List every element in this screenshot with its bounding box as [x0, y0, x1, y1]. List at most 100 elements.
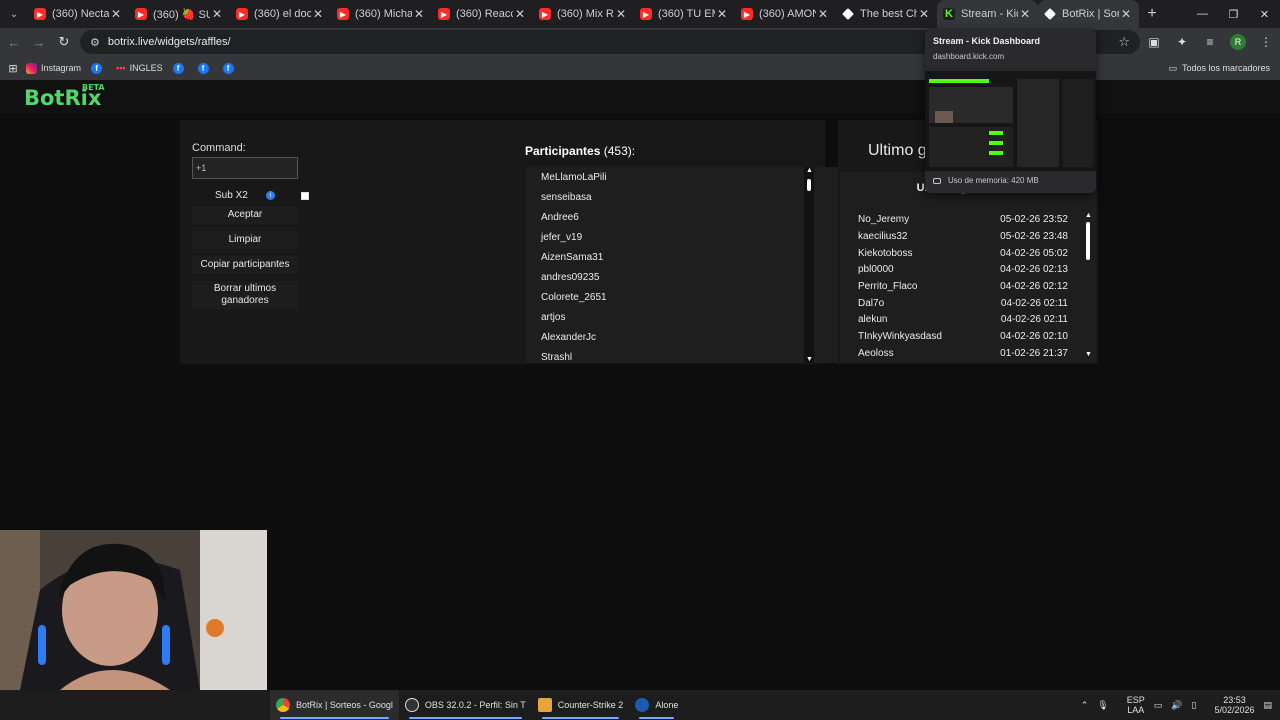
sub-x2-option: Sub X2 i: [215, 190, 275, 201]
tab-youtube-8[interactable]: ▶(360) AMONG✕: [735, 0, 836, 28]
scroll-down-icon[interactable]: ▼: [1085, 351, 1092, 358]
facebook-icon: f: [91, 62, 103, 74]
taskbar-app-cs2[interactable]: Counter-Strike 2: [532, 690, 630, 720]
botrix-icon: [842, 8, 854, 20]
reading-list-icon[interactable]: ≡: [1196, 35, 1224, 49]
instagram-icon: [26, 62, 37, 74]
tab-search-icon[interactable]: ⌄: [0, 0, 28, 28]
minimize-icon[interactable]: —: [1187, 0, 1218, 28]
scroll-thumb[interactable]: [1086, 222, 1090, 260]
youtube-icon: ▶: [640, 8, 652, 20]
bookmark-facebook-3[interactable]: f: [197, 62, 213, 74]
taskbar-app-obs[interactable]: OBS 32.0.2 - Perfil: Sin T: [399, 690, 532, 720]
scroll-up-icon[interactable]: ▲: [1085, 212, 1092, 219]
bookmark-facebook-1[interactable]: f: [91, 62, 106, 74]
close-window-icon[interactable]: ✕: [1249, 0, 1280, 28]
close-tab-icon[interactable]: ✕: [513, 7, 527, 21]
obs-icon: [404, 698, 419, 712]
preview-url: dashboard.kick.com: [933, 52, 1005, 61]
tab-botrix-raffles[interactable]: BotRix | Sorteo✕: [1038, 0, 1139, 28]
bookmark-instagram[interactable]: Instagram: [26, 62, 81, 74]
tab-youtube-3[interactable]: ▶(360) el docum✕: [230, 0, 331, 28]
youtube-icon: ▶: [539, 8, 551, 20]
back-icon[interactable]: ←: [2, 30, 26, 54]
accept-button[interactable]: Aceptar: [192, 206, 298, 224]
all-bookmarks[interactable]: ▭ Todos los marcadores: [1168, 56, 1270, 80]
microphone-icon[interactable]: 🎙: [1097, 700, 1108, 710]
close-tab-icon[interactable]: ✕: [614, 7, 628, 21]
toolbar-actions: ▣ ✦ ≡ R ⋮: [1140, 28, 1280, 56]
winners-list: Ultimos ganadores: No_Jeremy05-02-26 23:…: [840, 172, 1096, 362]
tab-botrix-chatbot[interactable]: The best Chatb✕: [836, 0, 937, 28]
youtube-icon: ▶: [337, 8, 349, 20]
copy-participants-button[interactable]: Copiar participantes: [192, 256, 298, 274]
extensions-icon[interactable]: ✦: [1168, 35, 1196, 49]
scroll-down-icon[interactable]: ▼: [806, 356, 813, 363]
forward-icon[interactable]: →: [27, 30, 51, 54]
close-tab-icon[interactable]: ✕: [311, 7, 325, 21]
close-tab-icon[interactable]: ✕: [816, 7, 830, 21]
folder-icon: ▭: [1168, 62, 1177, 73]
youtube-icon: ▶: [236, 8, 248, 20]
tab-youtube-6[interactable]: ▶(360) Mix Recu✕: [533, 0, 634, 28]
webcam-overlay: [0, 530, 267, 690]
close-tab-icon[interactable]: ✕: [1018, 7, 1032, 21]
network-icon[interactable]: ▭: [1154, 700, 1163, 710]
sub-x2-checkbox[interactable]: [301, 192, 309, 200]
notifications-icon[interactable]: ▤: [1263, 700, 1272, 710]
close-tab-icon[interactable]: ✕: [715, 7, 729, 21]
scroll-up-icon[interactable]: ▲: [806, 167, 813, 174]
info-icon[interactable]: i: [265, 191, 275, 200]
taskbar-app-steam[interactable]: Alone: [629, 690, 684, 720]
taskbar-app-chrome[interactable]: BotRix | Sorteos - Googl: [270, 690, 399, 720]
botrix-logo[interactable]: BotRix BETA: [24, 83, 105, 110]
netflix-icon: ▪▪▪: [116, 63, 126, 73]
bookmark-ingles[interactable]: ▪▪▪ INGLES: [116, 63, 163, 73]
winners-scrollbar[interactable]: ▲ ▼: [1083, 212, 1093, 358]
winner-row: Kiekotoboss 04-02-26 05:02: [858, 248, 1068, 259]
clear-button[interactable]: Limpiar: [192, 231, 298, 249]
media-icon[interactable]: ▣: [1140, 35, 1168, 49]
profile-avatar[interactable]: R: [1230, 34, 1246, 50]
participants-scrollbar[interactable]: ▲ ▼: [804, 167, 814, 363]
close-tab-icon[interactable]: ✕: [917, 7, 931, 21]
volume-icon[interactable]: 🔊: [1171, 700, 1182, 710]
tab-youtube-4[interactable]: ▶(360) Michael✕: [331, 0, 432, 28]
webcam-image: [0, 530, 267, 690]
tab-hover-preview: Stream - Kick Dashboard dashboard.kick.c…: [925, 29, 1096, 193]
restore-icon[interactable]: ❐: [1218, 0, 1249, 28]
battery-icon[interactable]: ▯: [1191, 700, 1196, 710]
raffle-controls-panel: Command: +1 Sub X2 i Aceptar Limpiar Cop…: [180, 120, 982, 364]
language-indicator[interactable]: ESP LAA: [1118, 695, 1145, 715]
close-tab-icon[interactable]: ✕: [210, 7, 224, 21]
tab-youtube-1[interactable]: ▶(360) Nectar en✕: [28, 0, 129, 28]
address-url: botrix.live/widgets/raffles/: [107, 36, 231, 48]
close-tab-icon[interactable]: ✕: [1119, 7, 1133, 21]
command-label: Command:: [192, 142, 246, 154]
winner-row: TInkyWinkyasdasd 04-02-26 02:10: [858, 331, 1068, 342]
clock[interactable]: 23:53 5/02/2026: [1205, 695, 1254, 715]
winner-row: Dal7o 04-02-26 02:11: [858, 298, 1068, 309]
tab-youtube-7[interactable]: ▶(360) TU EMBA✕: [634, 0, 735, 28]
bookmark-star-icon[interactable]: ☆: [1118, 34, 1130, 50]
reload-icon[interactable]: ↻: [52, 30, 76, 54]
youtube-icon: ▶: [135, 8, 147, 20]
facebook-icon: f: [222, 62, 234, 74]
close-tab-icon[interactable]: ✕: [109, 7, 123, 21]
apps-grid-icon[interactable]: ⊞: [0, 62, 26, 75]
new-tab-icon[interactable]: +: [1139, 5, 1165, 23]
scroll-thumb[interactable]: [807, 179, 811, 191]
menu-icon[interactable]: ⋮: [1252, 35, 1280, 49]
youtube-icon: ▶: [741, 8, 753, 20]
tab-youtube-5[interactable]: ▶(360) Reaccion✕: [432, 0, 533, 28]
bookmark-facebook-2[interactable]: f: [172, 62, 188, 74]
command-input[interactable]: +1: [192, 157, 298, 179]
memory-icon: [933, 177, 941, 184]
tab-kick-stream[interactable]: KStream - Kick✕: [937, 0, 1038, 28]
chevron-up-icon[interactable]: ⌃: [1081, 700, 1089, 710]
close-tab-icon[interactable]: ✕: [412, 7, 426, 21]
site-info-icon[interactable]: ⚙: [90, 36, 100, 49]
delete-winners-button[interactable]: Borrar ultimos ganadores: [192, 281, 298, 309]
bookmark-facebook-4[interactable]: f: [222, 62, 238, 74]
tab-youtube-2[interactable]: ▶(360) 🍓 SUPE✕: [129, 0, 230, 28]
